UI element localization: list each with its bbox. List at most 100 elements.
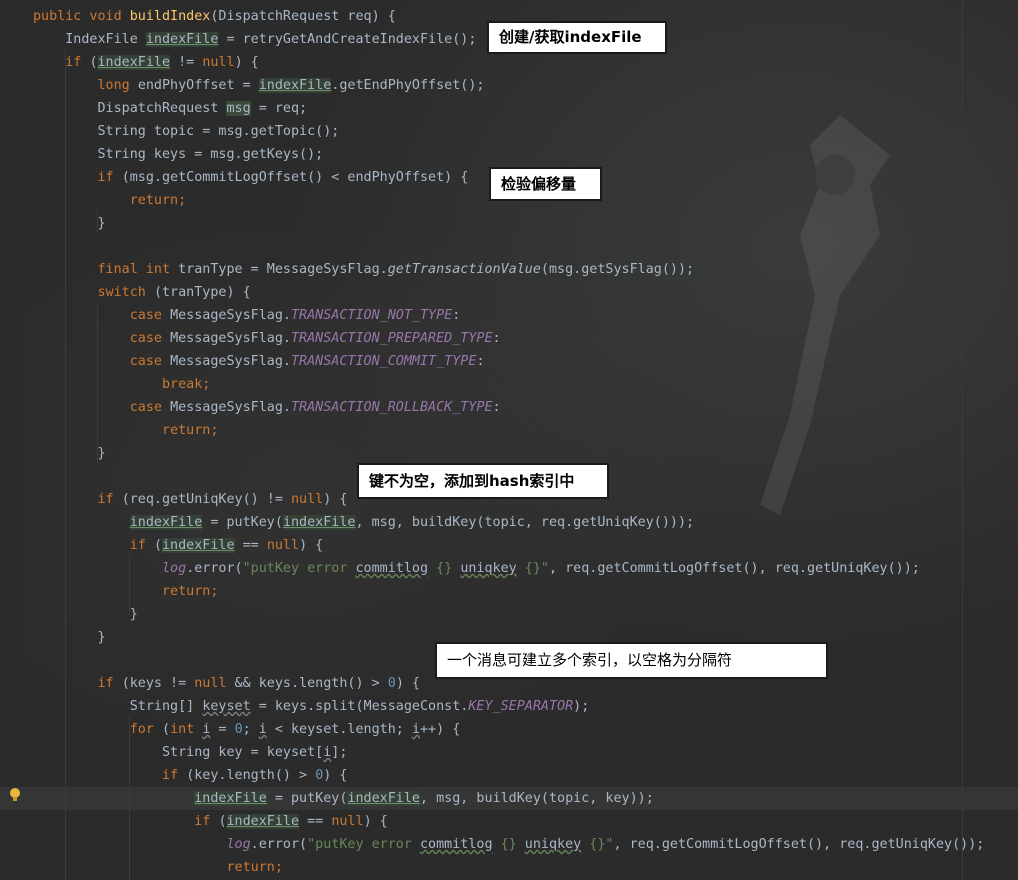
code-token: break; — [33, 377, 211, 392]
code-token: indexFile — [282, 515, 356, 530]
code-token: = putKey( — [202, 515, 283, 530]
code-line[interactable]: if (indexFile == null) { — [0, 534, 1018, 557]
code-text: String[] keyset = keys.split(MessageCons… — [33, 695, 590, 718]
code-token: {} — [492, 837, 525, 852]
code-line[interactable]: case MessageSysFlag.TRANSACTION_COMMIT_T… — [0, 350, 1018, 373]
code-line[interactable]: switch (tranType) { — [0, 281, 1018, 304]
annotation-multi-index: 一个消息可建立多个索引，以空格为分隔符 — [435, 642, 828, 679]
code-token: , req.getCommitLogOffset(), req.getUniqK… — [613, 837, 985, 852]
code-line[interactable]: break; — [0, 373, 1018, 396]
code-line[interactable]: String keys = msg.getKeys(); — [0, 143, 1018, 166]
code-token: i — [258, 722, 267, 737]
code-token: ) { — [395, 676, 420, 691]
code-token: indexFile — [145, 32, 219, 47]
code-token: {} — [428, 561, 461, 576]
code-token: ); — [573, 699, 590, 714]
code-line[interactable]: indexFile = putKey(indexFile, msg, build… — [0, 511, 1018, 534]
code-line[interactable]: return; — [0, 856, 1018, 879]
code-token: null — [266, 538, 300, 553]
code-line[interactable]: indexFile = putKey(indexFile, msg, build… — [0, 787, 1018, 810]
code-token: tranType = MessageSysFlag. — [178, 262, 388, 277]
code-token: : — [452, 308, 461, 323]
annotation-key-not-empty: 键不为空，添加到hash索引中 — [357, 463, 609, 499]
code-line[interactable]: case MessageSysFlag.TRANSACTION_ROLLBACK… — [0, 396, 1018, 419]
code-text: case MessageSysFlag.TRANSACTION_ROLLBACK… — [33, 396, 501, 419]
code-text: String key = keyset[i]; — [33, 741, 347, 764]
code-token: MessageSysFlag. — [170, 308, 291, 323]
code-line[interactable]: for (int i = 0; i < keyset.length; i++) … — [0, 718, 1018, 741]
code-token: if — [33, 55, 90, 70]
code-token: (tranType) { — [153, 285, 251, 300]
code-token: uniqkey — [460, 561, 517, 576]
code-text: if (req.getUniqKey() != null) { — [33, 488, 347, 511]
code-token: indexFile — [347, 791, 420, 806]
code-line[interactable]: } — [0, 212, 1018, 235]
code-token: keyset — [202, 699, 251, 714]
code-token: case — [33, 308, 171, 323]
code-text: return; — [33, 419, 218, 442]
code-token: ]; — [331, 745, 348, 760]
code-line[interactable]: if (indexFile != null) { — [0, 51, 1018, 74]
code-text: if (msg.getCommitLogOffset() < endPhyOff… — [33, 166, 468, 189]
code-line[interactable]: DispatchRequest msg = req; — [0, 97, 1018, 120]
code-token: DispatchRequest — [33, 101, 227, 116]
code-token: = — [210, 722, 235, 737]
code-token: uniqkey — [524, 837, 582, 852]
code-token: ) { — [234, 55, 259, 70]
code-line[interactable]: case MessageSysFlag.TRANSACTION_PREPARED… — [0, 327, 1018, 350]
code-token: ) { — [323, 492, 348, 507]
code-token: String keys = msg.getKeys(); — [33, 147, 324, 162]
code-line[interactable]: return; — [0, 580, 1018, 603]
code-line[interactable]: if (indexFile == null) { — [0, 810, 1018, 833]
code-line[interactable]: log.error("putKey error commitlog {} uni… — [0, 557, 1018, 580]
code-token: if — [33, 676, 122, 691]
code-token: .getEndPhyOffset(); — [331, 78, 485, 93]
code-token: (keys != — [121, 676, 195, 691]
code-text: } — [33, 212, 105, 235]
code-line[interactable]: log.error("putKey error commitlog {} uni… — [0, 833, 1018, 856]
code-line[interactable] — [0, 235, 1018, 258]
code-text: if (key.length() > 0) { — [33, 764, 347, 787]
code-token: "putKey error — [307, 837, 420, 852]
code-token: {}" — [516, 561, 549, 576]
lightbulb-icon[interactable] — [9, 787, 21, 803]
code-line[interactable]: long endPhyOffset = indexFile.getEndPhyO… — [0, 74, 1018, 97]
code-line[interactable]: } — [0, 603, 1018, 626]
code-token: (DispatchRequest req) { — [210, 9, 396, 24]
code-token: buildIndex — [129, 9, 211, 24]
code-token: 0 — [234, 722, 243, 737]
code-token: case — [33, 354, 171, 369]
code-editor[interactable]: public void buildIndex(DispatchRequest r… — [0, 0, 1018, 880]
code-token: return; — [33, 193, 187, 208]
code-token: < keyset.length; — [266, 722, 412, 737]
code-text: final int tranType = MessageSysFlag.getT… — [33, 258, 694, 281]
code-token: KEY_SEPARATOR — [468, 699, 574, 714]
code-line[interactable]: if (key.length() > 0) { — [0, 764, 1018, 787]
code-line[interactable]: String key = keyset[i]; — [0, 741, 1018, 764]
code-token: ( — [162, 722, 171, 737]
code-token: indexFile — [162, 538, 235, 553]
code-token: == — [234, 538, 267, 553]
code-text: return; — [33, 580, 218, 603]
code-token: (msg.getSysFlag()); — [540, 262, 695, 277]
code-line[interactable]: String topic = msg.getTopic(); — [0, 120, 1018, 143]
code-token: 0 — [387, 676, 396, 691]
code-line[interactable]: String[] keyset = keys.split(MessageCons… — [0, 695, 1018, 718]
code-line[interactable]: return; — [0, 419, 1018, 442]
code-text: long endPhyOffset = indexFile.getEndPhyO… — [33, 74, 485, 97]
code-token: = req; — [250, 101, 308, 116]
code-token: : — [492, 331, 501, 346]
code-token: commitlog — [419, 837, 493, 852]
code-line[interactable]: final int tranType = MessageSysFlag.getT… — [0, 258, 1018, 281]
code-line[interactable]: } — [0, 442, 1018, 465]
code-token: IndexFile — [33, 32, 146, 47]
code-token: } — [33, 607, 138, 622]
code-token: MessageSysFlag. — [170, 400, 291, 415]
code-text: if (indexFile == null) { — [33, 534, 323, 557]
code-token: return; — [33, 584, 219, 599]
code-line[interactable]: case MessageSysFlag.TRANSACTION_NOT_TYPE… — [0, 304, 1018, 327]
code-token: case — [33, 400, 171, 415]
code-token: int — [170, 722, 203, 737]
code-token: switch — [33, 285, 154, 300]
